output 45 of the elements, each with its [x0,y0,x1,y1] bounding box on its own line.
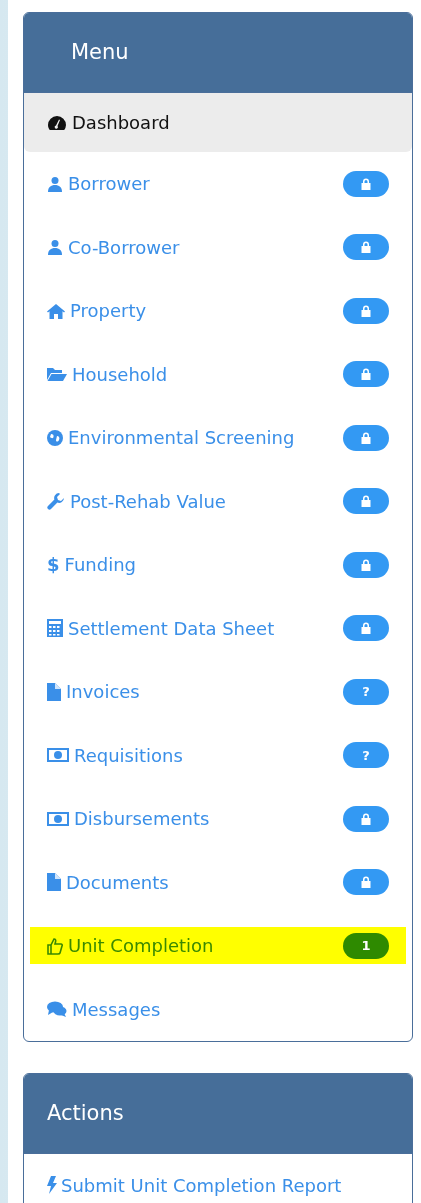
banknote-icon [47,811,69,826]
lock-icon [361,368,371,381]
thumbs-up-icon [47,936,63,955]
menu-link[interactable]: Unit Completion [47,932,214,960]
lightning-icon [47,1176,57,1194]
wrench-icon [47,492,65,511]
lock-icon [361,622,371,635]
panel-title: Menu [71,38,129,66]
folder-icon [47,366,67,383]
file-icon [47,682,61,701]
menu-link[interactable]: Co-Borrower [47,233,180,261]
menu-link[interactable]: Requisitions [47,741,183,769]
lock-icon [361,495,371,508]
menu-link[interactable]: $ Funding [47,551,136,579]
menu-link[interactable]: Invoices [47,678,140,706]
menu-link[interactable]: Documents [47,868,169,896]
action-link[interactable]: Submit Unit Completion Report [47,1171,342,1199]
panel-title: Actions [47,1099,124,1127]
menu-link[interactable]: Property [47,297,147,325]
calculator-icon [47,619,63,638]
lock-icon [361,812,371,825]
lock-icon [361,431,371,444]
globe-icon [47,429,63,446]
menu-link[interactable]: Environmental Screening [47,424,295,452]
menu-item[interactable]: Dashboard [24,93,412,152]
lock-icon [361,177,371,190]
user-icon [47,239,63,256]
banknote-icon [47,748,69,763]
menu-link[interactable]: Disbursements [47,805,210,833]
lock-icon [361,876,371,889]
gauge-icon [47,114,67,131]
badge: ? [343,742,389,769]
lock-icon [361,304,371,317]
menu-link[interactable]: Borrower [47,170,150,198]
menu-link[interactable]: Settlement Data Sheet [47,614,275,642]
chat-bubbles-icon [47,1001,67,1018]
menu-link[interactable]: Post-Rehab Value [47,487,226,515]
lock-icon [361,241,371,254]
lock-icon [361,558,371,571]
home-icon [47,302,65,319]
menu-link[interactable]: Messages [47,995,161,1023]
menu-link[interactable]: Household [47,360,168,388]
file-icon [47,873,61,892]
badge: ? [343,678,389,705]
user-icon [47,175,63,192]
